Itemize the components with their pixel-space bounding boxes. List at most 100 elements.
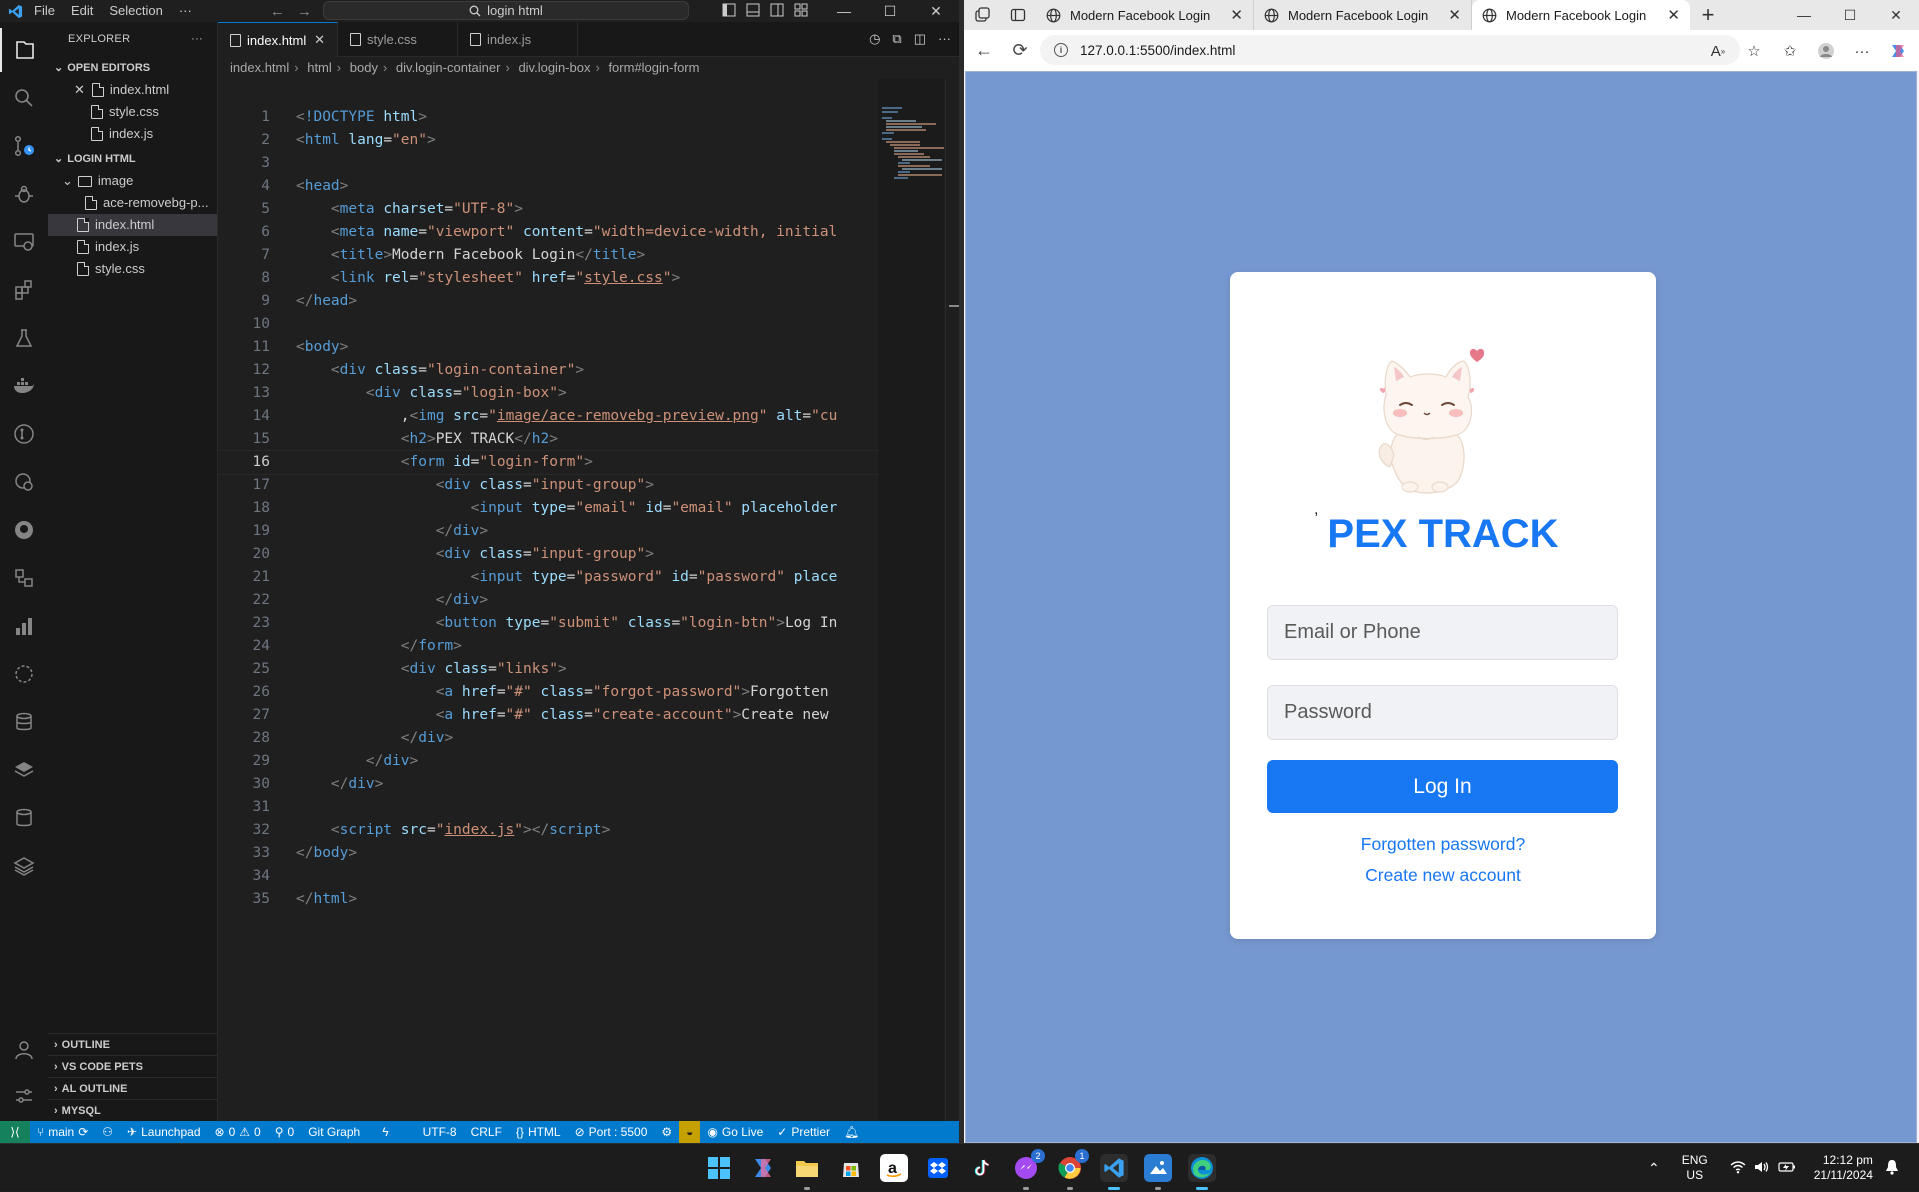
menu-edit[interactable]: Edit [63, 0, 101, 22]
microsoft-store-icon[interactable] [837, 1154, 865, 1182]
login-button[interactable]: Log In [1267, 760, 1618, 813]
toggle-primary-sidebar-icon[interactable] [722, 3, 736, 17]
read-aloud-icon[interactable]: A» [1703, 36, 1733, 66]
command-center-search[interactable]: login html [323, 1, 689, 20]
tree-file-selected[interactable]: index.html [48, 214, 217, 236]
info-icon[interactable]: i [1054, 43, 1068, 57]
chrome-icon[interactable]: 1 [1056, 1149, 1089, 1190]
accounts-icon[interactable] [0, 1028, 48, 1072]
breadcrumb-item[interactable]: div.login-container [396, 60, 501, 75]
open-editor-item[interactable]: style.css [48, 101, 217, 123]
explorer-icon[interactable] [0, 28, 48, 72]
close-icon[interactable]: ✕ [913, 0, 959, 22]
remote-explorer-icon[interactable] [0, 220, 48, 264]
dropbox-icon[interactable] [924, 1154, 952, 1182]
start-button-icon[interactable] [705, 1154, 733, 1182]
go-live-button[interactable]: ◉ Go Live [700, 1125, 770, 1139]
split-editor-icon[interactable]: ◫ [914, 31, 926, 47]
open-editors-section[interactable]: ⌄ OPEN EDITORS [48, 57, 217, 79]
chevron-up-icon[interactable]: ⌃ [1648, 1160, 1660, 1177]
lightning-status[interactable]: ϟ [375, 1125, 395, 1139]
close-icon[interactable]: ✕ [74, 79, 85, 101]
sql-database-icon[interactable] [0, 796, 48, 840]
address-bar[interactable]: i 127.0.0.1:5500/index.html [1040, 35, 1740, 65]
analytics-icon[interactable] [0, 652, 48, 696]
layers-icon[interactable] [0, 748, 48, 792]
customize-layout-icon[interactable] [794, 3, 808, 17]
new-tab-icon[interactable]: + [1690, 0, 1726, 30]
testing-icon[interactable] [0, 316, 48, 360]
favorite-star-icon[interactable]: ☆ [1739, 36, 1769, 66]
live-share-icon[interactable] [0, 460, 48, 504]
breadcrumb-item[interactable]: html [307, 60, 332, 75]
editor-scrollbar[interactable] [945, 79, 959, 1121]
minimap[interactable] [878, 79, 944, 1121]
encoding-status[interactable]: UTF-8 [416, 1125, 464, 1139]
extensions-icon[interactable] [0, 268, 48, 312]
wifi-icon[interactable] [1730, 1160, 1746, 1177]
create-account-link[interactable]: Create new account [1230, 865, 1656, 886]
close-tab-icon[interactable]: ✕ [1667, 6, 1680, 24]
git-graph-icon[interactable] [0, 556, 48, 600]
open-preview-icon[interactable]: ⧉ [892, 31, 901, 47]
tree-file[interactable]: ace-removebg-p... [48, 192, 217, 214]
tree-folder-image[interactable]: ⌄ image [48, 170, 217, 192]
tab-style-css[interactable]: style.css [338, 22, 458, 57]
copilot-status[interactable]: ⚙ [654, 1125, 679, 1139]
vscode-pets-section[interactable]: › VS CODE PETS [48, 1055, 218, 1077]
code-editor[interactable]: 1 <!DOCTYPE html> 2 <html lang="en"> 3 4 <h… [217, 106, 879, 911]
language-indicator[interactable]: ENG US [1682, 1153, 1708, 1183]
profile-avatar-icon[interactable] [1811, 36, 1841, 66]
amazon-icon[interactable]: a [880, 1154, 908, 1182]
breadcrumb-item[interactable]: index.html [230, 60, 289, 75]
vscode-taskbar-icon[interactable] [1100, 1154, 1128, 1190]
breadcrumb-item[interactable]: form#login-form [608, 60, 699, 75]
tree-file[interactable]: index.js [48, 236, 217, 258]
manage-settings-icon[interactable] [0, 1074, 48, 1118]
source-control-icon[interactable] [0, 124, 48, 168]
remote-indicator-icon[interactable]: ⟩⟨ [0, 1121, 30, 1143]
maximize-icon[interactable]: ☐ [1827, 0, 1873, 30]
explorer-more-icon[interactable]: ··· [191, 22, 203, 57]
accounts-status[interactable]: ⚇ [95, 1125, 120, 1139]
favorites-icon[interactable]: ✩ [1775, 36, 1805, 66]
launchpad-status[interactable]: ✈ Launchpad [120, 1125, 207, 1139]
workspaces-icon[interactable] [964, 0, 1000, 30]
prettier-status[interactable]: ✓ Prettier [770, 1125, 837, 1139]
password-input[interactable] [1267, 685, 1618, 740]
open-editor-item[interactable]: ✕ index.html [48, 79, 217, 101]
tab-index-js[interactable]: index.js [458, 22, 578, 57]
close-tab-icon[interactable]: ✕ [1230, 6, 1243, 24]
menu-file[interactable]: File [26, 0, 63, 22]
maximize-icon[interactable]: ☐ [867, 0, 913, 22]
git-graph-status[interactable]: Git Graph [301, 1125, 367, 1139]
menu-more[interactable]: ··· [171, 0, 200, 22]
browser-tab[interactable]: Modern Facebook Login ✕ [1036, 0, 1254, 30]
close-icon[interactable]: ✕ [314, 32, 325, 48]
file-explorer-icon[interactable] [793, 1154, 821, 1190]
ports-status[interactable]: ⚲ 0 [268, 1125, 301, 1139]
edge-icon[interactable] [1188, 1154, 1216, 1190]
language-status[interactable]: {} HTML [509, 1125, 568, 1139]
email-input[interactable] [1267, 605, 1618, 660]
run-debug-icon[interactable] [0, 172, 48, 216]
database-icon[interactable] [0, 700, 48, 744]
search-icon[interactable] [0, 76, 48, 120]
stack-icon[interactable] [0, 844, 48, 888]
al-outline-section[interactable]: › AL OUTLINE [48, 1077, 218, 1099]
problems-status[interactable]: ⊗ 0 ⚠ 0 [208, 1125, 268, 1139]
minimize-icon[interactable]: — [821, 0, 867, 22]
timeline-icon[interactable]: ◷ [869, 31, 880, 47]
copilot-app-icon[interactable] [749, 1154, 777, 1182]
nav-back-forward-icon[interactable]: ←→ [270, 3, 324, 20]
open-editor-item[interactable]: index.js [48, 123, 217, 145]
vertical-tabs-icon[interactable] [1000, 0, 1036, 30]
photos-icon[interactable] [1144, 1154, 1172, 1190]
docker-icon[interactable] [0, 364, 48, 408]
battery-icon[interactable] [1778, 1161, 1796, 1176]
mysql-section[interactable]: › MYSQL [48, 1099, 218, 1121]
forgot-password-link[interactable]: Forgotten password? [1230, 834, 1656, 855]
extension-status[interactable]: ◒ [679, 1121, 701, 1143]
browser-tab[interactable]: Modern Facebook Login ✕ [1254, 0, 1472, 30]
refresh-icon[interactable]: ⟳ [1002, 33, 1038, 69]
